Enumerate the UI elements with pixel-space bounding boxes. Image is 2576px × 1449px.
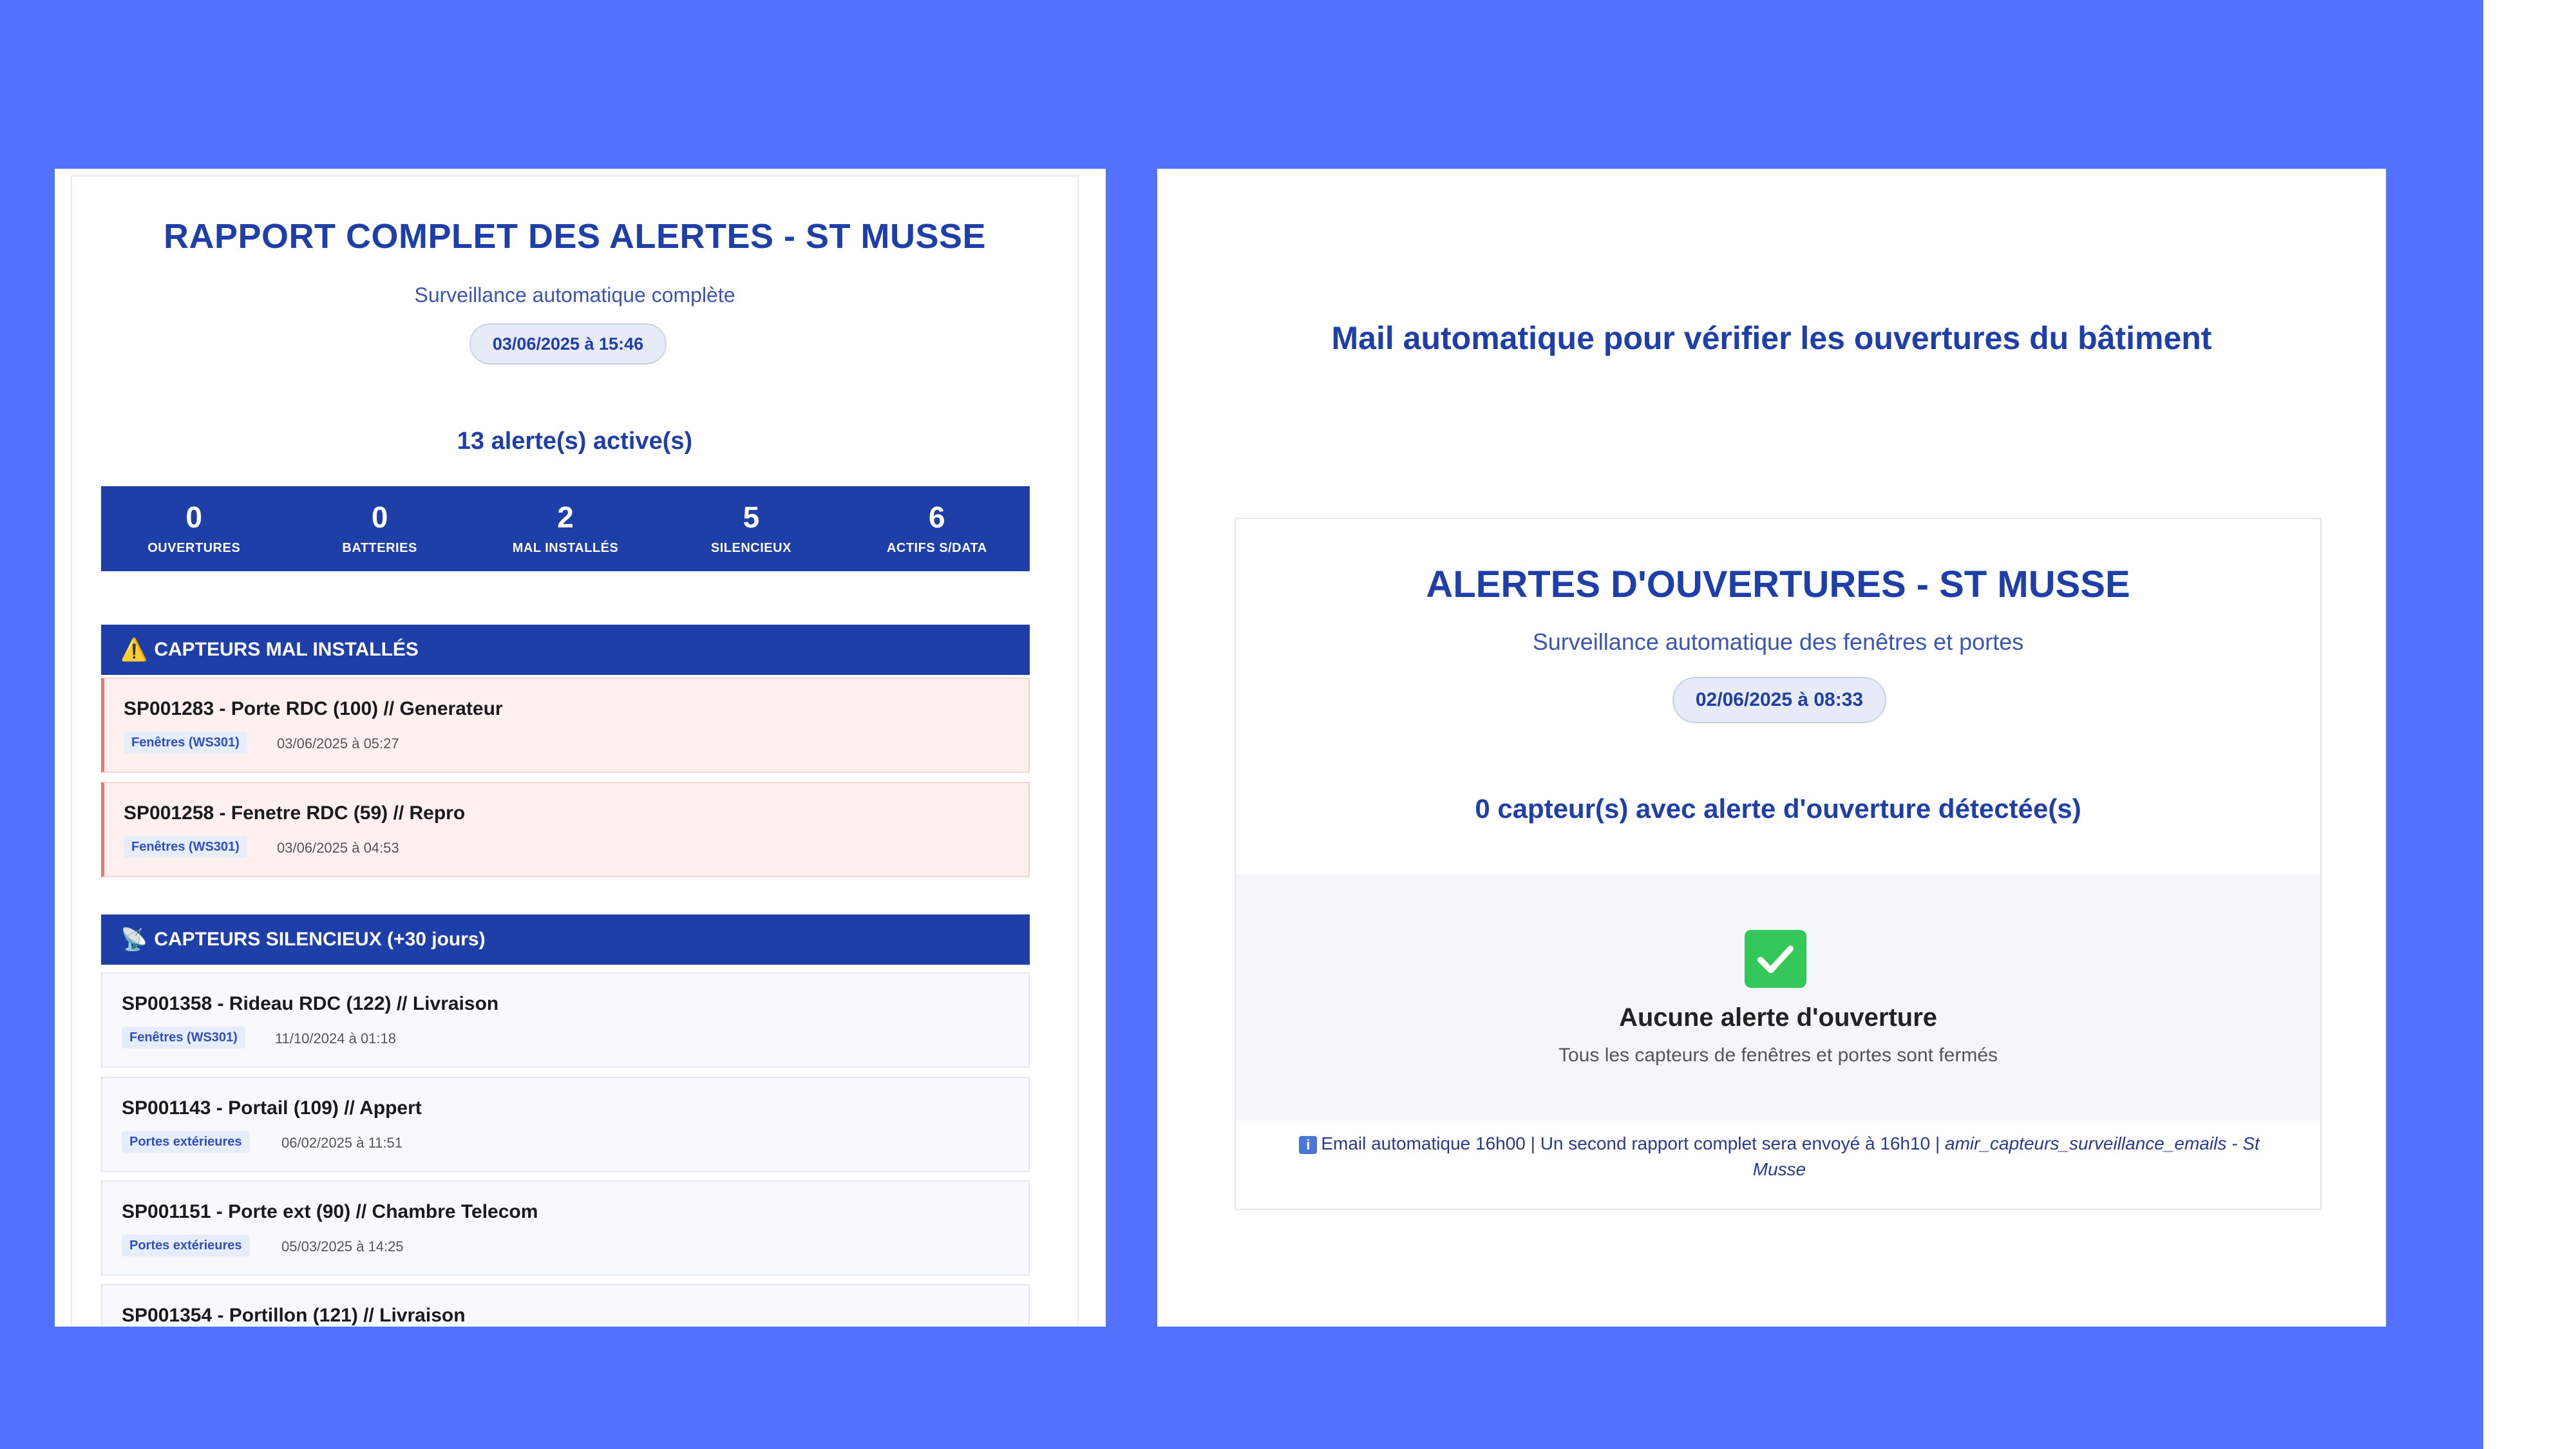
stat-batteries: 0 BATTERIES [287,486,472,571]
sensor-date: 03/06/2025 à 05:27 [277,735,399,752]
sensor-title: SP001143 - Portail (109) // Appert [122,1097,422,1119]
report-subtitle: Surveillance automatique complète [414,283,735,307]
sensor-date: 06/02/2025 à 11:51 [281,1135,402,1151]
sensor-card: SP001358 - Rideau RDC (122) // Livraison… [101,972,1030,1068]
no-alert-subtitle: Tous les capteurs de fenêtres et portes … [1558,1045,1998,1066]
stat-label: SILENCIEUX [710,540,791,555]
sensor-title: SP001354 - Portillon (121) // Livraison [122,1305,466,1326]
section-silencieux: 📡 CAPTEURS SILENCIEUX (+30 jours) [101,914,1030,965]
report-title: RAPPORT COMPLET DES ALERTES - ST MUSSE [163,217,987,256]
opening-alert-count: 0 capteur(s) avec alerte d'ouverture dét… [1475,793,2081,824]
sensor-title: SP001283 - Porte RDC (100) // Generateur [124,698,503,719]
stat-label: MAL INSTALLÉS [512,540,619,555]
email-title: ALERTES D'OUVERTURES - ST MUSSE [1426,564,2130,605]
email-subtitle: Surveillance automatique des fenêtres et… [1532,629,2024,655]
sensor-date: 03/06/2025 à 04:53 [277,840,399,856]
report-date-badge: 03/06/2025 à 15:46 [469,323,667,365]
sensor-card: SP001143 - Portail (109) // Appert Porte… [101,1077,1030,1172]
sensor-card: SP001151 - Porte ext (90) // Chambre Tel… [101,1180,1030,1276]
sensor-type-tag: Fenêtres (WS301) [124,836,247,858]
stat-actifs-sdata: 6 ACTIFS S/DATA [844,486,1030,571]
no-alert-title: Aucune alerte d'ouverture [1618,1003,1938,1032]
stat-silencieux: 5 SILENCIEUX [658,486,844,571]
check-mark-icon [1745,930,1806,988]
stat-ouvertures: 0 OUVERTURES [101,486,287,571]
sensor-type-tag: Fenêtres (WS301) [124,732,247,753]
stat-label: BATTERIES [342,540,417,555]
report-container: RAPPORT COMPLET DES ALERTES - ST MUSSE S… [71,175,1079,1327]
sensor-card: SP001258 - Fenetre RDC (59) // Repro Fen… [101,782,1030,877]
sensor-title: SP001258 - Fenetre RDC (59) // Repro [124,802,466,824]
sensor-card: SP001283 - Porte RDC (100) // Generateur… [101,677,1030,773]
stat-mal-installes: 2 MAL INSTALLÉS [473,486,658,571]
active-alerts-count: 13 alerte(s) active(s) [457,428,693,455]
email-date-badge: 02/06/2025 à 08:33 [1672,677,1886,723]
section-mal-installes: ⚠️ CAPTEURS MAL INSTALLÉS [101,625,1030,675]
sensor-type-tag: Fenêtres (WS301) [122,1027,245,1048]
sensor-date: 11/10/2024 à 01:18 [275,1030,396,1046]
stats-bar: 0 OUVERTURES 0 BATTERIES 2 MAL INSTALLÉS… [101,486,1030,571]
stat-value: 2 [557,500,574,534]
warning-icon: ⚠️ [120,638,148,662]
satellite-antenna-icon: 📡 [120,927,148,952]
stat-label: OUVERTURES [147,540,241,555]
stat-value: 0 [185,500,202,534]
no-alert-box: Aucune alerte d'ouverture Tous les capte… [1236,875,2320,1121]
stat-label: ACTIFS S/DATA [886,540,987,555]
section-label: CAPTEURS MAL INSTALLÉS [154,639,419,660]
opening-alert-email: ALERTES D'OUVERTURES - ST MUSSE Surveill… [1235,518,2322,1210]
sensor-title: SP001358 - Rideau RDC (122) // Livraison [122,993,499,1014]
stat-value: 6 [929,500,945,534]
slide-headline: Mail automatique pour vérifier les ouver… [1331,320,2212,356]
email-footer: i Email automatique 16h00 | Un second rap… [1274,1131,2284,1182]
sensor-type-tag: Portes extérieures [122,1131,250,1153]
stat-value: 0 [371,500,388,534]
footer-text: Email automatique 16h00 | Un second rapp… [1321,1133,1946,1153]
sensor-type-tag: Portes extérieures [122,1235,250,1256]
section-label: CAPTEURS SILENCIEUX (+30 jours) [154,929,486,950]
full-report-email: RAPPORT COMPLET DES ALERTES - ST MUSSE S… [55,169,1106,1327]
stat-value: 5 [743,500,760,534]
info-icon: i [1299,1135,1318,1154]
sensor-card: SP001354 - Portillon (121) // Livraison [101,1284,1030,1327]
sensor-date: 05/03/2025 à 14:25 [281,1238,404,1255]
opening-alert-slide: Mail automatique pour vérifier les ouver… [1157,169,2386,1327]
sensor-title: SP001151 - Porte ext (90) // Chambre Tel… [122,1201,538,1222]
